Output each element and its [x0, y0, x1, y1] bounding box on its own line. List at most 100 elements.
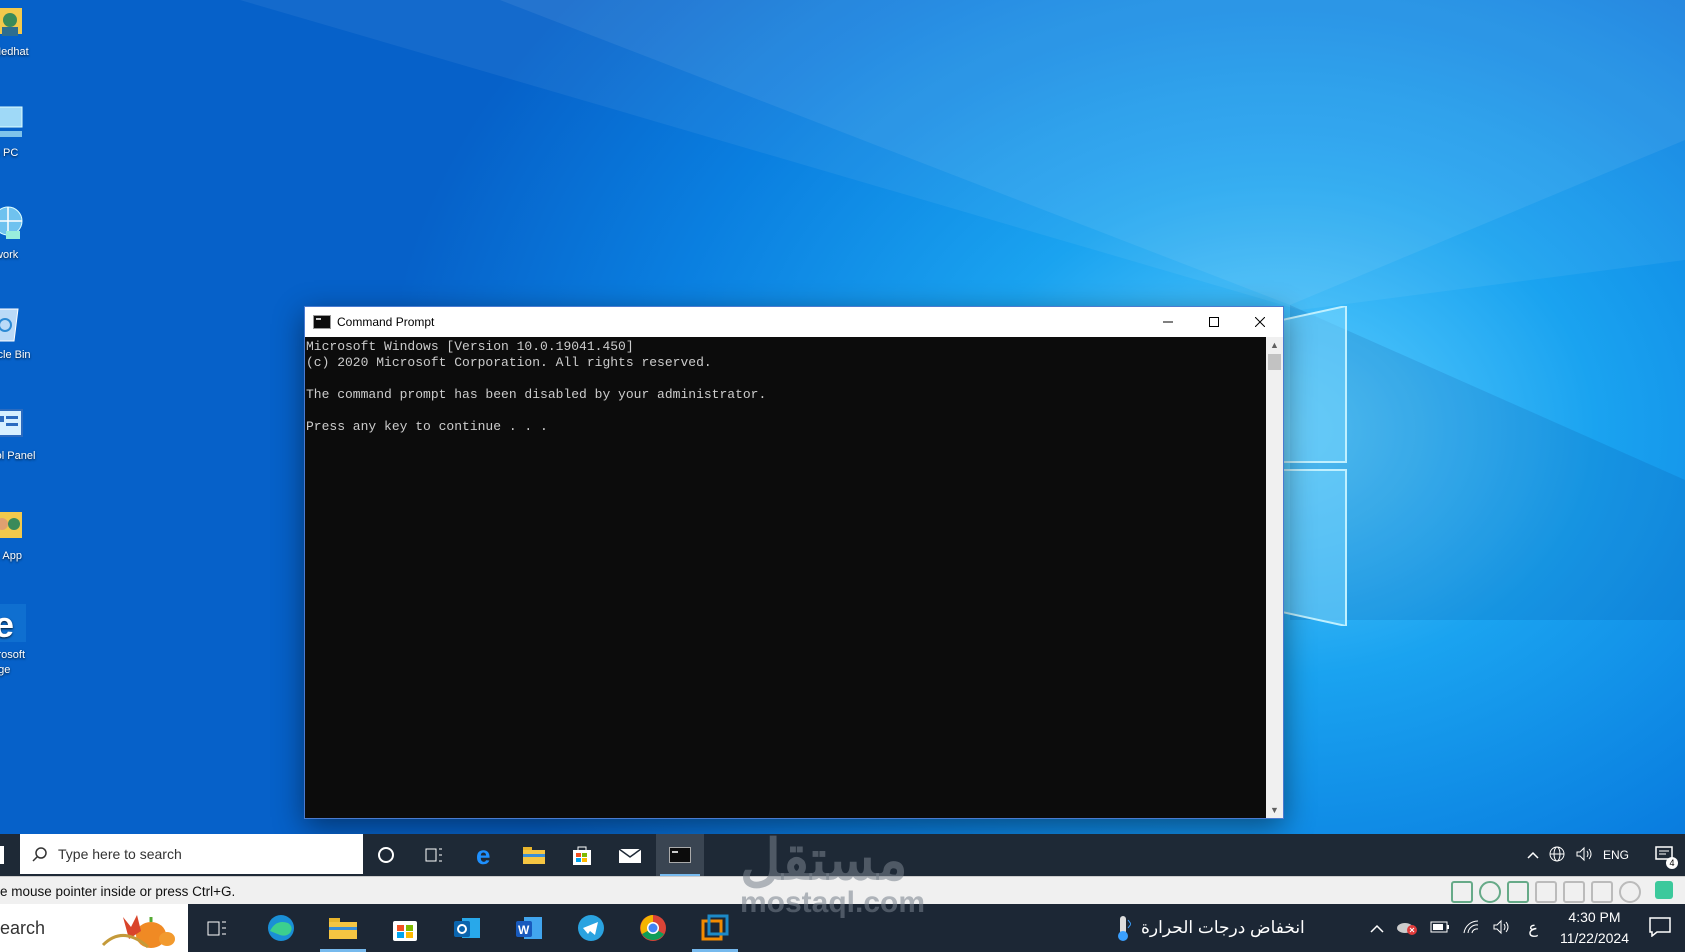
desktop-icon-control-panel[interactable]: rol Panel	[0, 406, 58, 462]
vm-network-icon[interactable]	[1507, 881, 1529, 903]
battery-icon[interactable]	[1430, 920, 1450, 936]
desktop-icon-label: rol Panel	[0, 450, 36, 462]
vm-status-message: e mouse pointer inside or press Ctrl+G.	[0, 883, 236, 899]
guest-search-box[interactable]: Type here to search	[20, 834, 363, 874]
desktop-icon-label: Medhat	[0, 46, 29, 58]
console-line: The command prompt has been disabled by …	[306, 387, 767, 402]
host-search-text: earch	[0, 917, 46, 938]
desktop-icon-this-pc[interactable]: is PC	[0, 103, 58, 159]
host-taskbar-vmware[interactable]	[686, 904, 744, 952]
desktop-icon-label: crosoft dge	[0, 649, 26, 676]
notification-count-badge: 4	[1666, 856, 1678, 869]
console-line: ​	[306, 403, 1265, 419]
svg-text:W: W	[518, 923, 530, 937]
host-taskbar-edge[interactable]	[252, 904, 310, 952]
host-taskbar-word[interactable]: W	[500, 904, 558, 952]
users-app-icon	[0, 512, 22, 538]
telegram-icon	[578, 915, 604, 941]
host-system-tray: ع 4:30 PM 11/22/2024	[1370, 904, 1685, 952]
taskbar-file-explorer[interactable]	[510, 834, 558, 876]
vm-sound-icon[interactable]	[1563, 881, 1585, 903]
start-button-edge[interactable]	[0, 846, 4, 864]
desktop-icon-label: ycle Bin	[0, 349, 31, 361]
clock[interactable]: 4:30 PM 11/22/2024	[1560, 907, 1629, 949]
mail-icon	[618, 848, 642, 863]
input-method-indicator[interactable]: ع	[1528, 918, 1538, 938]
desktop-icon-edge[interactable]: e crosoft dge	[0, 604, 58, 678]
edge-chromium-icon	[268, 915, 294, 941]
vmware-icon	[701, 914, 729, 941]
host-task-view-button[interactable]	[188, 904, 246, 952]
scroll-up-arrow-icon[interactable]: ▲	[1266, 337, 1283, 353]
taskbar-mail[interactable]	[606, 834, 654, 876]
globe-network-icon[interactable]	[1549, 846, 1565, 865]
volume-icon[interactable]	[1492, 919, 1512, 938]
console-line: Press any key to continue . . .	[306, 419, 548, 434]
desktop-icon-network[interactable]: twork	[0, 205, 58, 261]
control-panel-icon	[0, 409, 23, 437]
wifi-icon[interactable]	[1462, 919, 1480, 938]
chrome-icon	[640, 915, 666, 941]
taskbar-store[interactable]	[558, 834, 606, 876]
weather-widget[interactable]: انخفاض درجات الحرارة	[1115, 904, 1305, 952]
host-taskbar-file-explorer[interactable]	[314, 904, 372, 952]
desktop-icon-user[interactable]: Medhat	[0, 2, 58, 58]
language-indicator[interactable]: ENG	[1603, 848, 1629, 862]
vm-printer-icon[interactable]	[1535, 881, 1557, 903]
vm-cd-icon[interactable]	[1479, 881, 1501, 903]
vm-usb-icon[interactable]	[1591, 881, 1613, 903]
console-output[interactable]: Microsoft Windows [Version 10.0.19041.45…	[305, 337, 1266, 818]
weather-text: انخفاض درجات الحرارة	[1141, 918, 1305, 937]
close-button[interactable]	[1237, 307, 1283, 337]
task-view-icon	[207, 921, 226, 936]
volume-icon[interactable]	[1575, 846, 1593, 865]
minimize-icon	[1163, 321, 1173, 323]
minimize-button[interactable]	[1145, 307, 1191, 337]
host-taskbar-chrome[interactable]	[624, 904, 682, 952]
desktop-icon-recycle-bin[interactable]: ycle Bin	[0, 305, 58, 361]
command-prompt-window[interactable]: Command Prompt Microsoft Windows [Versio…	[304, 306, 1284, 819]
windows-logo-wallpaper	[1282, 306, 1347, 626]
desktop-icon-users-app[interactable]: R App	[0, 506, 58, 562]
vm-hdd-icon[interactable]	[1451, 881, 1473, 903]
window-title-bar[interactable]: Command Prompt	[305, 307, 1283, 337]
guest-system-tray: ENG 4	[1527, 834, 1685, 876]
outlook-icon	[454, 918, 480, 938]
action-center-button[interactable]	[1649, 916, 1671, 940]
host-taskbar-outlook[interactable]	[438, 904, 496, 952]
taskbar-cmd[interactable]	[656, 834, 704, 876]
svg-text:e: e	[0, 604, 14, 642]
onedrive-error-icon[interactable]	[1396, 919, 1418, 938]
host-taskbar-store[interactable]	[376, 904, 434, 952]
maximize-button[interactable]	[1191, 307, 1237, 337]
thermometer-icon	[1118, 916, 1131, 941]
action-center-button[interactable]: 4	[1655, 845, 1678, 869]
clock-time: 4:30 PM	[1568, 909, 1621, 925]
scroll-down-arrow-icon[interactable]: ▼	[1266, 802, 1283, 818]
cmd-app-icon	[313, 315, 331, 329]
desktop-icon-label: is PC	[0, 147, 19, 159]
mostaql-watermark: مستقل mostaql.com	[740, 832, 925, 918]
host-taskbar-telegram[interactable]	[562, 904, 620, 952]
desktop-icon-label: R App	[0, 550, 22, 562]
vertical-scrollbar[interactable]: ▲ ▼	[1266, 337, 1283, 818]
search-placeholder: Type here to search	[58, 846, 182, 862]
tray-chevron-up-icon[interactable]	[1370, 920, 1384, 936]
vm-message-icon[interactable]	[1655, 881, 1673, 899]
cmd-icon	[669, 847, 691, 863]
host-search-box[interactable]: earch	[0, 904, 188, 952]
task-view-icon	[425, 848, 442, 862]
close-icon	[1255, 317, 1265, 327]
tray-chevron-up-icon[interactable]	[1527, 848, 1539, 862]
cortana-button[interactable]	[362, 834, 410, 876]
vm-camera-icon[interactable]	[1619, 881, 1641, 903]
desktop-icon-label: twork	[0, 249, 19, 261]
store-icon	[393, 921, 417, 941]
console-line: (c) 2020 Microsoft Corporation. All righ…	[306, 355, 712, 370]
scroll-thumb[interactable]	[1268, 354, 1281, 370]
store-icon	[573, 846, 591, 865]
task-view-button[interactable]	[410, 834, 458, 876]
window-title: Command Prompt	[337, 315, 435, 329]
taskbar-edge[interactable]: e	[462, 834, 510, 876]
edge-icon: e	[0, 604, 26, 650]
